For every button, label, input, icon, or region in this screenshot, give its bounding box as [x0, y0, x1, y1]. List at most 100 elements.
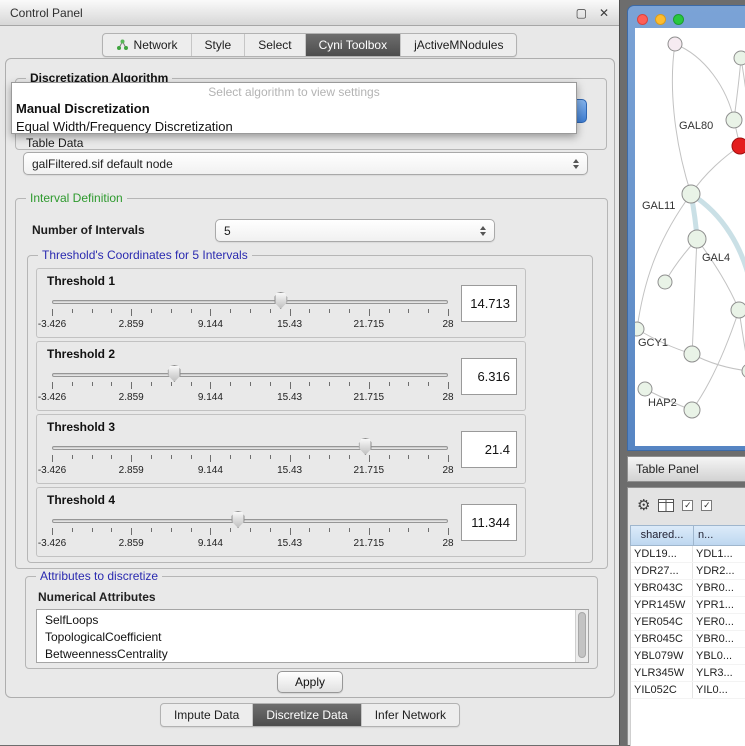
slider-track[interactable] — [52, 300, 448, 304]
threshold-slider[interactable]: -3.4262.8599.14415.4321.71528 — [51, 364, 449, 408]
table-row[interactable]: YIL052CYIL0... — [631, 682, 745, 699]
tab-cyni-toolbox[interactable]: Cyni Toolbox — [306, 34, 401, 56]
table-cell[interactable]: YBL079W — [631, 648, 693, 664]
table-cell[interactable]: YDL1... — [693, 546, 745, 562]
table-cell[interactable]: YDR27... — [631, 563, 693, 579]
dropdown-option-manual-discretization[interactable]: Manual Discretization — [12, 100, 576, 118]
network-view-window: GAL80 GAL11 GAL4 GCY1 HAP2 — [627, 5, 745, 451]
table-cell[interactable]: YBR043C — [631, 580, 693, 596]
table-cell[interactable]: YBR0... — [693, 580, 745, 596]
control-panel-tabs: Network Style Select Cyni Toolbox jActiv… — [102, 33, 518, 57]
threshold-slider[interactable]: -3.4262.8599.14415.4321.71528 — [51, 291, 449, 335]
threshold-list: Threshold 1 -3.4262.8599.14415.4321.7152… — [28, 256, 592, 557]
table-cell[interactable]: YDL19... — [631, 546, 693, 562]
attributes-to-discretize-group: Attributes to discretize Numerical Attri… — [25, 576, 598, 669]
table-row[interactable]: YBR043CYBR0... — [631, 580, 745, 597]
table-cell[interactable]: YIL052C — [631, 682, 693, 698]
tab-impute-data[interactable]: Impute Data — [161, 704, 253, 726]
table-cell[interactable]: YBR045C — [631, 631, 693, 647]
table-row[interactable]: YPR145WYPR1... — [631, 597, 745, 614]
threshold-slider[interactable]: -3.4262.8599.14415.4321.71528 — [51, 437, 449, 481]
minimize-traffic-light-icon[interactable] — [655, 14, 666, 25]
interval-definition-group: Interval Definition Number of Intervals … — [15, 198, 608, 569]
slider-scale-labels: -3.4262.8599.14415.4321.71528 — [52, 538, 448, 550]
threshold-slider[interactable]: -3.4262.8599.14415.4321.71528 — [51, 510, 449, 554]
table-cell[interactable]: YER054C — [631, 614, 693, 630]
dropdown-placeholder-option[interactable]: Select algorithm to view settings — [12, 83, 576, 100]
threshold-value-field[interactable]: 21.4 — [461, 431, 517, 468]
slider-scale-labels: -3.4262.8599.14415.4321.71528 — [52, 465, 448, 477]
select-all-checkbox-icon[interactable]: ✓ — [682, 500, 693, 511]
table-data-combo[interactable]: galFiltered.sif default node — [23, 152, 588, 175]
float-window-icon[interactable]: ▢ — [576, 6, 587, 20]
scrollbar-thumb[interactable] — [578, 612, 586, 658]
table-toolbar: ⚙ ✓ ✓ — [628, 488, 745, 516]
select-column-checkbox-icon[interactable]: ✓ — [701, 500, 712, 511]
algorithm-dropdown-popup: Select algorithm to view settings Manual… — [11, 82, 577, 134]
slider-ticks — [52, 382, 448, 390]
slider-ticks — [52, 528, 448, 536]
table-row[interactable]: YDR27...YDR2... — [631, 563, 745, 580]
slider-scale-labels: -3.4262.8599.14415.4321.71528 — [52, 319, 448, 331]
attributes-scrollbar[interactable] — [575, 610, 588, 662]
slider-track[interactable] — [52, 519, 448, 523]
table-row[interactable]: YBR045CYBR0... — [631, 631, 745, 648]
table-cell[interactable]: YLR345W — [631, 665, 693, 681]
table-cell[interactable]: YBR0... — [693, 631, 745, 647]
close-window-icon[interactable]: ✕ — [599, 6, 609, 20]
table-panel: ⚙ ✓ ✓ shared... n... YDL19...YDL1...YDR2… — [627, 487, 745, 745]
slider-ticks — [52, 455, 448, 463]
attribute-list-item[interactable]: SelfLoops — [37, 612, 588, 629]
tab-network[interactable]: Network — [103, 34, 192, 56]
attribute-list-item[interactable]: TopologicalCoefficient — [37, 629, 588, 646]
column-header-name[interactable]: n... — [694, 525, 745, 546]
slider-thumb[interactable] — [359, 438, 372, 455]
table-cell[interactable]: YBL0... — [693, 648, 745, 664]
table-cell[interactable]: YPR145W — [631, 597, 693, 613]
tab-label: Cyni Toolbox — [319, 38, 387, 52]
tab-jactivemnodules[interactable]: jActiveMNodules — [401, 34, 516, 56]
network-canvas[interactable]: GAL80 GAL11 GAL4 GCY1 HAP2 — [635, 28, 745, 446]
table-row[interactable]: YBL079WYBL0... — [631, 648, 745, 665]
threshold-label: Threshold 4 — [47, 493, 115, 507]
tab-style[interactable]: Style — [192, 34, 246, 56]
table-cell[interactable]: YLR3... — [693, 665, 745, 681]
table-cell[interactable]: YIL0... — [693, 682, 745, 698]
apply-button[interactable]: Apply — [277, 671, 343, 693]
table-row[interactable]: YLR345WYLR3... — [631, 665, 745, 682]
threshold-value-field[interactable]: 11.344 — [461, 504, 517, 541]
threshold-value-field[interactable]: 14.713 — [461, 285, 517, 322]
number-of-intervals-combo[interactable]: 5 — [215, 219, 495, 242]
combo-arrows-icon — [573, 159, 579, 169]
gear-icon[interactable]: ⚙ — [637, 498, 650, 513]
table-header-row: shared... n... — [630, 525, 745, 546]
column-header-shared-name[interactable]: shared... — [630, 525, 694, 546]
close-traffic-light-icon[interactable] — [637, 14, 648, 25]
slider-thumb[interactable] — [232, 511, 245, 528]
table-cell[interactable]: YPR1... — [693, 597, 745, 613]
tab-label: Infer Network — [375, 708, 446, 722]
slider-thumb[interactable] — [274, 292, 287, 309]
table-cell[interactable]: YDR2... — [693, 563, 745, 579]
zoom-traffic-light-icon[interactable] — [673, 14, 684, 25]
threshold-value-field[interactable]: 6.316 — [461, 358, 517, 395]
tab-discretize-data[interactable]: Discretize Data — [253, 704, 361, 726]
slider-track[interactable] — [52, 446, 448, 450]
node-label-gal11: GAL11 — [642, 200, 675, 212]
columns-icon[interactable] — [658, 499, 674, 512]
slider-thumb[interactable] — [168, 365, 181, 382]
table-row[interactable]: YDL19...YDL1... — [631, 546, 745, 563]
bottom-tabs: Impute Data Discretize Data Infer Networ… — [160, 703, 460, 727]
table-data-label: Table Data — [26, 136, 83, 150]
table-cell[interactable]: YER0... — [693, 614, 745, 630]
slider-scale-labels: -3.4262.8599.14415.4321.71528 — [52, 392, 448, 404]
table-row[interactable]: YER054CYER0... — [631, 614, 745, 631]
dropdown-option-equal-width-frequency[interactable]: Equal Width/Frequency Discretization — [12, 118, 576, 134]
slider-ticks — [52, 309, 448, 317]
slider-track[interactable] — [52, 373, 448, 377]
attribute-list-item[interactable]: BetweennessCentrality — [37, 646, 588, 663]
tab-infer-network[interactable]: Infer Network — [362, 704, 459, 726]
window-title: Control Panel — [10, 6, 564, 20]
tab-select[interactable]: Select — [245, 34, 305, 56]
network-tab-icon — [116, 39, 129, 51]
